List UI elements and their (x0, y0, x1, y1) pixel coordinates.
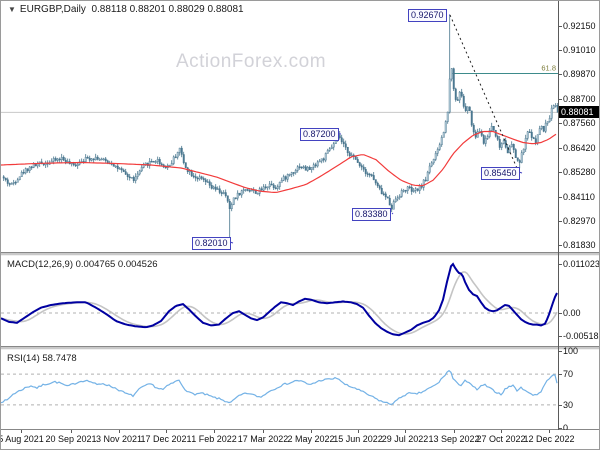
time-axis-tick (263, 430, 264, 433)
price-axis-label: 0.89870 (563, 69, 596, 80)
axis-tick-mark (558, 123, 562, 125)
time-axis-tick (454, 430, 455, 433)
time-axis-tick (119, 430, 120, 433)
price-axis-label: 0.91010 (563, 45, 596, 56)
price-axis-label: 0.87560 (563, 118, 596, 129)
time-axis-tick (21, 430, 22, 433)
macd-indicator-label: MACD(12,26,9) 0.004765 0.004526 (7, 259, 158, 270)
axis-tick-mark (558, 351, 562, 352)
current-price-badge: 0.88081 (559, 106, 599, 119)
ohlc-quote: 0.88118 0.88201 0.88029 0.88081 (91, 4, 244, 15)
collapse-chart-icon[interactable]: ▼ (8, 5, 16, 14)
axis-tick-mark (558, 147, 562, 149)
time-axis-label: 12 Dec 2022 (523, 434, 575, 444)
price-level-annotation[interactable]: 0.83380 (352, 208, 391, 221)
price-axis-label: 0.92150 (563, 21, 596, 31)
time-axis-label: 15 Jun 2022 (333, 434, 383, 444)
axis-tick-mark (558, 99, 562, 101)
price-level-annotation[interactable]: 0.87200 (300, 128, 339, 141)
axis-tick-mark (558, 263, 562, 265)
axis-tick-mark (558, 374, 562, 376)
time-axis-label: 17 Dec 2021 (140, 434, 192, 444)
time-axis-tick (405, 430, 406, 433)
time-axis-label: 13 Sep 2022 (428, 434, 480, 444)
panel-separator[interactable] (1, 252, 599, 256)
price-level-annotation[interactable]: 0.82010 (192, 237, 231, 250)
axis-tick-mark (558, 171, 562, 173)
axis-tick-mark (558, 196, 562, 198)
time-axis-tick (71, 430, 72, 433)
time-axis-label: 17 Mar 2022 (237, 434, 289, 444)
rsi-axis-label: 70 (563, 369, 574, 380)
price-level-annotation[interactable]: 0.92670 (408, 9, 447, 22)
price-level-annotation[interactable]: 0.85450 (481, 167, 520, 180)
rsi-indicator-label: RSI(14) 58.7478 (7, 353, 77, 364)
price-axis-label: 0.81830 (563, 239, 596, 250)
macd-axis-label: -0.005182 (563, 331, 600, 342)
time-axis-tick (358, 430, 359, 433)
price-axis-label: 0.88700 (563, 94, 596, 105)
chart-window: 61.8 ▼ EURGBP,Daily 0.88118 0.88201 0.880… (0, 0, 600, 450)
time-axis-label: 27 Oct 2022 (476, 434, 526, 444)
svg-text:61.8: 61.8 (541, 64, 556, 73)
time-axis-label: 29 Jul 2022 (381, 434, 429, 444)
axis-tick-mark (558, 428, 562, 429)
time-axis-label: 20 Sep 2021 (45, 434, 97, 444)
axis-tick-mark (558, 74, 562, 76)
panel-separator[interactable] (1, 346, 599, 350)
y-axis-line (558, 1, 559, 430)
time-axis-tick (166, 430, 167, 433)
time-axis-label: 5 Aug 2021 (0, 434, 44, 444)
axis-tick-mark (558, 220, 562, 222)
axis-tick-mark (558, 313, 562, 314)
price-axis-label: 0.84110 (563, 191, 595, 202)
axis-tick-mark (558, 26, 562, 27)
axis-tick-mark (558, 336, 562, 338)
time-axis-tick (501, 430, 502, 433)
axis-tick-mark (558, 404, 562, 406)
time-axis-label: 1 Feb 2022 (191, 434, 237, 444)
watermark: ActionForex.com (175, 51, 327, 72)
price-axis-label: 0.82970 (563, 215, 596, 226)
price-axis-label: 0.86420 (563, 142, 596, 153)
axis-tick-mark (558, 244, 562, 246)
time-axis-label: 3 Nov 2021 (95, 434, 143, 444)
time-axis-tick (311, 430, 312, 433)
price-axis-label: 0.85280 (563, 166, 596, 177)
time-axis-tick (214, 430, 215, 433)
symbol-label: EURGBP,Daily (19, 4, 86, 15)
price-chart-canvas[interactable]: 61.8 (1, 1, 558, 252)
chart-title: ▼ EURGBP,Daily 0.88118 0.88201 0.88029 0.… (8, 4, 244, 15)
axis-tick-mark (558, 50, 562, 52)
rsi-chart-canvas[interactable] (1, 350, 558, 430)
time-axis-tick (549, 430, 550, 433)
rsi-axis-label: 100 (563, 346, 579, 356)
rsi-axis-label: 30 (563, 399, 574, 410)
macd-axis-label: 0.00 (563, 308, 581, 318)
time-axis-label: 2 May 2022 (287, 434, 335, 444)
macd-axis-label: 0.011023 (563, 258, 600, 269)
